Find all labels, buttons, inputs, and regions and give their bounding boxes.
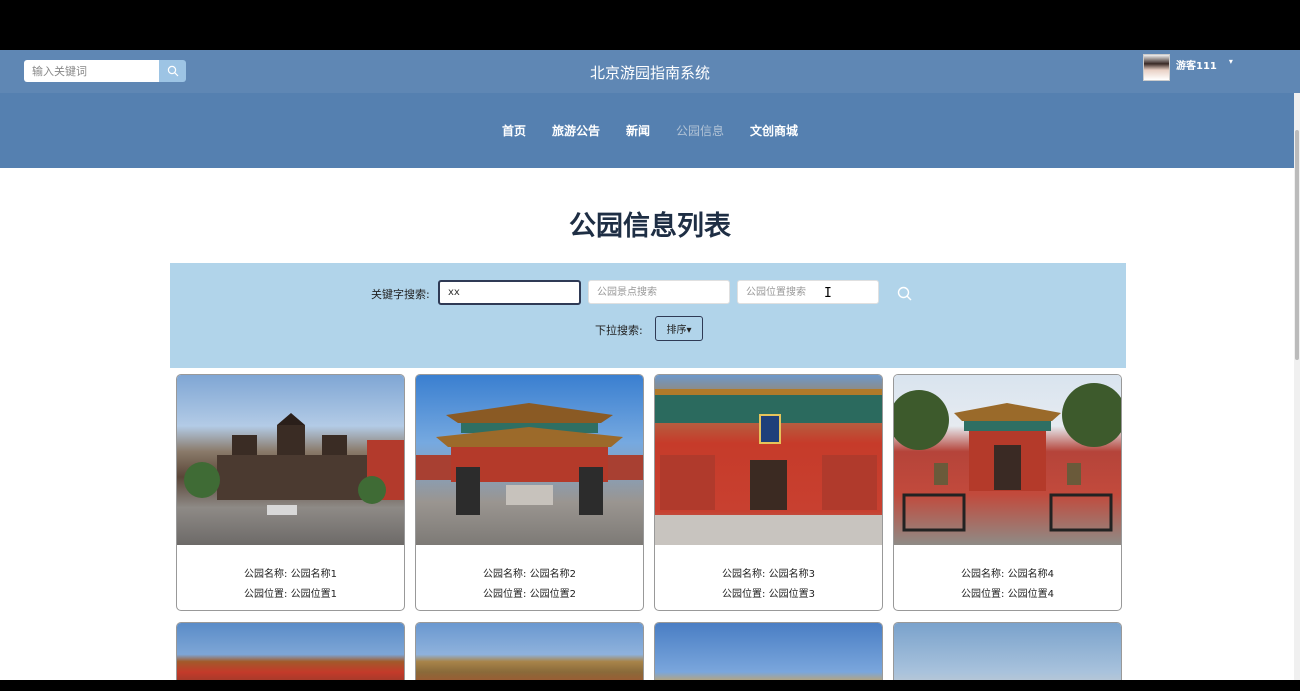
main-nav: 首页 旅游公告 新闻 公园信息 文创商城 [0,93,1300,168]
park-image[interactable] [655,375,882,545]
nav-item-announcements[interactable]: 旅游公告 [552,122,600,139]
user-menu[interactable]: 游客111 ▾ [1143,54,1233,81]
filter-search-button[interactable] [896,285,914,303]
palace-gate-illustration [655,389,882,545]
park-card[interactable]: 公园名称: 公园名称1 公园位置: 公园位置1 [176,374,405,611]
park-card[interactable]: 公园名称: 公园名称2 公园位置: 公园位置2 [415,374,644,611]
park-card[interactable]: 公园名称: 公园名称3 公园位置: 公园位置3 [654,374,883,611]
park-location: 公园位置: 公园位置1 [244,589,337,600]
park-name: 公园名称: 公园名称1 [244,569,337,580]
park-name: 公园名称: 公园名称4 [961,569,1054,580]
park-name: 公园名称: 公园名称2 [483,569,576,580]
park-name: 公园名称: 公园名称3 [722,569,815,580]
header: 北京游园指南系统 游客111 ▾ [0,50,1300,93]
park-location: 公园位置: 公园位置2 [483,589,576,600]
keyword-search-label: 关键字搜索: [371,288,430,301]
user-name[interactable]: 游客111 [1176,57,1217,72]
nav-item-park-info[interactable]: 公园信息 [676,122,724,139]
pavilion-illustration [184,413,404,515]
page-title: 公园信息列表 [569,211,731,242]
gateway-illustration [894,383,1121,532]
site-title: 北京游园指南系统 [589,64,710,82]
park-image[interactable] [177,375,404,545]
search-icon [897,286,912,301]
top-black-bar [0,0,1300,50]
bottom-black-bar [0,680,1300,691]
nav-item-home[interactable]: 首页 [502,122,526,139]
page-scrollbar-thumb[interactable] [1295,130,1299,360]
nav-item-shop[interactable]: 文创商城 [750,122,798,139]
park-card[interactable]: 公园名称: 公园名称4 公园位置: 公园位置4 [893,374,1122,611]
nav-item-news[interactable]: 新闻 [626,122,650,139]
dropdown-search-label: 下拉搜索: [595,324,643,337]
keyword-search-input[interactable] [438,280,581,305]
avatar[interactable] [1143,54,1170,81]
chevron-down-icon[interactable]: ▾ [1229,57,1233,66]
sort-dropdown-button[interactable]: 排序▾ [655,316,703,341]
temple-hall-illustration [416,403,643,515]
park-location: 公园位置: 公园位置3 [722,589,815,600]
park-image[interactable] [416,375,643,545]
location-search-input[interactable] [737,280,879,304]
park-image[interactable] [894,375,1121,545]
text-cursor-icon: I [824,286,832,301]
scenic-search-input[interactable] [588,280,730,304]
park-location: 公园位置: 公园位置4 [961,589,1054,600]
filter-panel: 关键字搜索: I 下拉搜索: 排序▾ [170,263,1126,368]
